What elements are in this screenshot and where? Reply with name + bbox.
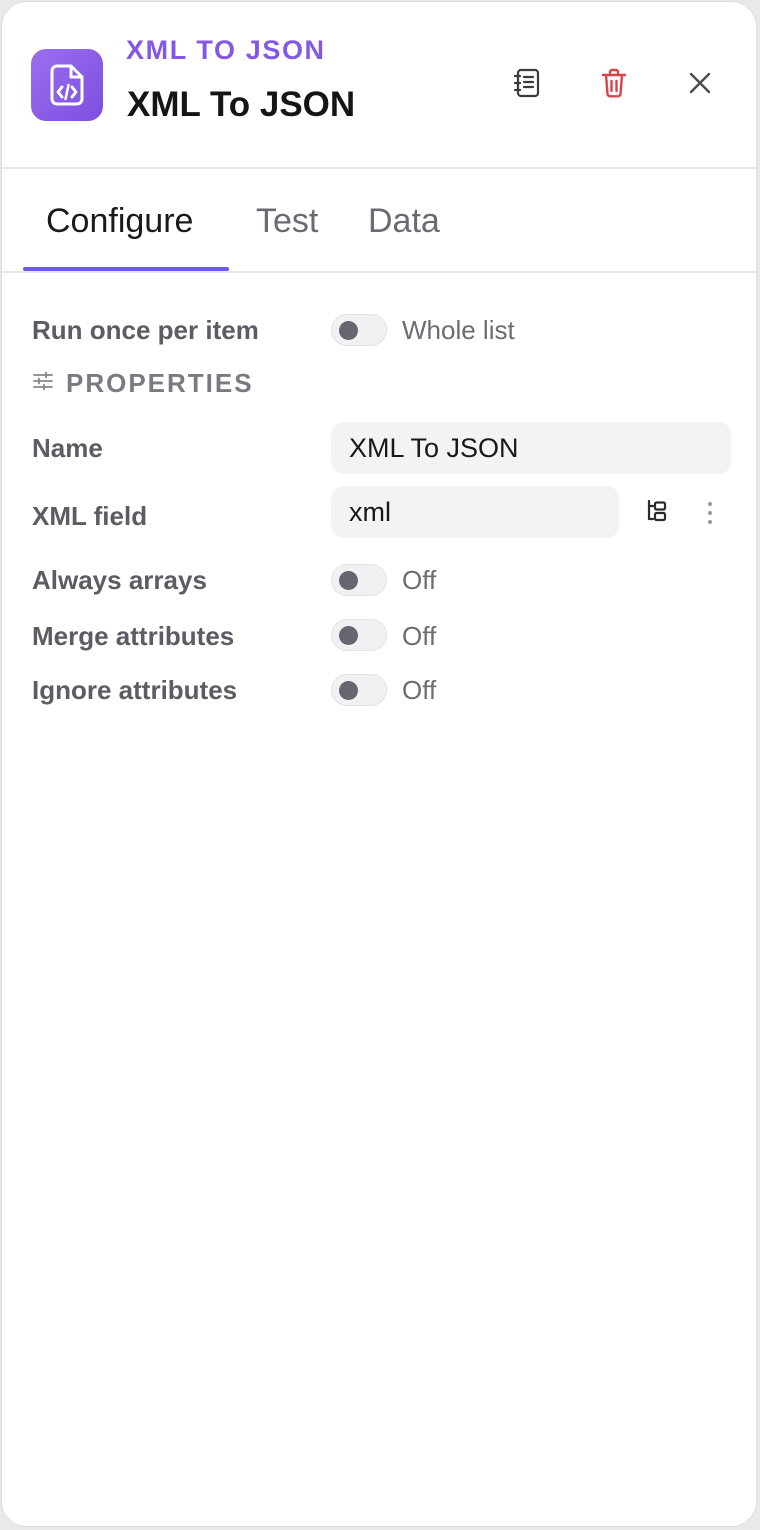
tab-configure[interactable]: Configure: [46, 202, 193, 241]
tabs-divider: [2, 271, 756, 273]
properties-section-label: PROPERTIES: [66, 368, 254, 398]
file-code-icon: [31, 49, 103, 121]
ignore-attributes-state: Off: [402, 675, 437, 705]
header-divider: [2, 167, 756, 169]
node-config-panel: XML TO JSON XML To JSON Configure Test D…: [1, 1, 757, 1527]
always-arrays-state: Off: [402, 565, 437, 595]
field-picker-button[interactable]: [640, 496, 674, 530]
run-mode-label: Run once per item: [32, 315, 259, 345]
trash-icon: [600, 67, 628, 104]
tab-test[interactable]: Test: [256, 202, 318, 241]
close-icon: [687, 70, 713, 101]
sliders-icon: [32, 370, 54, 397]
notebook-icon: [512, 67, 542, 104]
field-options-button[interactable]: [698, 498, 722, 532]
close-panel-button[interactable]: [678, 63, 722, 107]
xml-field-label: XML field: [32, 501, 148, 531]
always-arrays-toggle[interactable]: [331, 564, 387, 596]
node-title[interactable]: XML To JSON: [127, 85, 355, 125]
more-vertical-icon: [707, 500, 713, 531]
ignore-attributes-label: Ignore attributes: [32, 675, 238, 705]
name-label: Name: [32, 433, 103, 463]
panel-header: XML TO JSON XML To JSON: [2, 2, 756, 168]
merge-attributes-state: Off: [402, 621, 437, 651]
data-tree-icon: [644, 498, 670, 529]
toggle-knob: [339, 571, 358, 590]
properties-section-header: PROPERTIES: [32, 368, 254, 399]
toggle-knob: [339, 681, 358, 700]
toggle-knob: [339, 626, 358, 645]
delete-node-button[interactable]: [592, 63, 636, 107]
ignore-attributes-toggle[interactable]: [331, 674, 387, 706]
merge-attributes-label: Merge attributes: [32, 621, 235, 651]
name-input[interactable]: XML To JSON: [331, 422, 731, 474]
xml-field-input[interactable]: xml: [331, 486, 619, 538]
run-mode-toggle[interactable]: [331, 314, 387, 346]
node-type-label: XML TO JSON: [126, 35, 326, 65]
always-arrays-label: Always arrays: [32, 565, 207, 595]
merge-attributes-toggle[interactable]: [331, 619, 387, 651]
tab-data[interactable]: Data: [368, 202, 440, 241]
run-mode-state: Whole list: [402, 315, 515, 345]
notes-button[interactable]: [505, 63, 549, 107]
toggle-knob: [339, 321, 358, 340]
